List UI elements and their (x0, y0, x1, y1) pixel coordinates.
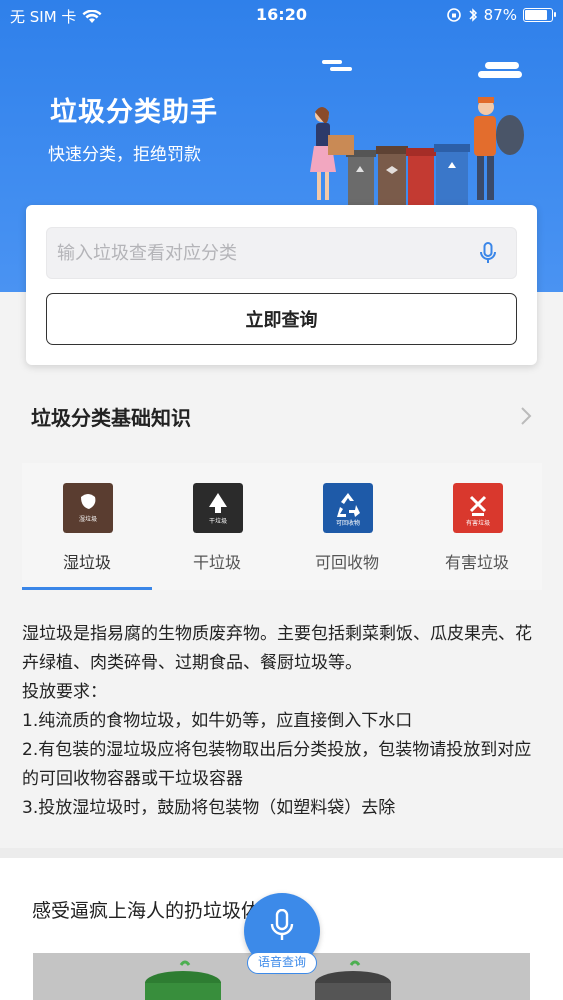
header-illustration (310, 60, 524, 205)
bluetooth-icon (469, 8, 477, 22)
category-description: 湿垃圾是指易腐的生物质废弃物。主要包括剩菜剩饭、瓜皮果壳、花卉绿植、肉类碎骨、过… (22, 620, 542, 823)
hazardous-waste-icon: 有害垃圾 (453, 483, 503, 533)
tab-dry-waste[interactable]: 干垃圾 干垃圾 (152, 463, 282, 590)
tab-label: 湿垃圾 (62, 553, 111, 572)
orientation-lock-icon (446, 8, 461, 22)
svg-text:有害垃圾: 有害垃圾 (466, 519, 490, 527)
description-requirements-heading: 投放要求： (22, 682, 107, 702)
microphone-icon[interactable] (476, 241, 500, 265)
tab-label: 可回收物 (314, 553, 379, 572)
tab-wet-waste[interactable]: 湿垃圾 湿垃圾 (22, 463, 152, 590)
chevron-right-icon[interactable] (519, 406, 533, 426)
recyclable-icon: 可回收物 (323, 483, 373, 533)
search-field[interactable] (46, 227, 517, 279)
query-button[interactable]: 立即查询 (46, 293, 517, 345)
svg-text:干垃圾: 干垃圾 (209, 517, 227, 525)
voice-query-label[interactable]: 语音查询 (247, 952, 317, 974)
tab-label: 有害垃圾 (444, 553, 509, 572)
tab-selected-indicator (22, 587, 152, 590)
wet-waste-icon: 湿垃圾 (63, 483, 113, 533)
knowledge-title: 垃圾分类基础知识 (31, 406, 191, 430)
tab-label: 干垃圾 (192, 553, 241, 572)
knowledge-section-header[interactable]: 垃圾分类基础知识 (0, 380, 563, 450)
dry-waste-icon: 干垃圾 (193, 483, 243, 533)
tab-hazardous[interactable]: 有害垃圾 有害垃圾 (412, 463, 542, 590)
svg-text:湿垃圾: 湿垃圾 (79, 515, 97, 523)
search-card: 立即查询 (26, 205, 537, 365)
svg-text:可回收物: 可回收物 (336, 519, 360, 527)
description-rule: 2.有包装的湿垃圾应将包装物取出后分类投放，包装物请投放到对应的可回收物容器或干… (22, 740, 532, 789)
battery-icon (523, 8, 556, 22)
app-title: 垃圾分类助手 (50, 97, 218, 128)
status-bar: 无 SIM 卡 16:20 87% (0, 0, 563, 30)
microphone-icon (270, 909, 294, 940)
description-rule: 1.纯流质的食物垃圾，如牛奶等，应直接倒入下水口 (22, 711, 413, 731)
tab-recyclable[interactable]: 可回收物 可回收物 (282, 463, 412, 590)
description-rule: 3.投放湿垃圾时，鼓励将包装物（如塑料袋）去除 (22, 798, 396, 818)
app-subtitle: 快速分类，拒绝罚款 (48, 145, 201, 165)
search-input[interactable] (57, 228, 457, 278)
description-intro: 湿垃圾是指易腐的生物质废弃物。主要包括剩菜剩饭、瓜皮果壳、花卉绿植、肉类碎骨、过… (22, 624, 532, 673)
category-tabs: 湿垃圾 湿垃圾 干垃圾 干垃圾 可回收物 可回收物 有害垃圾 有害垃圾 (22, 463, 542, 590)
battery-fill (525, 10, 547, 20)
section-divider (0, 848, 563, 858)
battery-percent: 87% (483, 6, 517, 24)
